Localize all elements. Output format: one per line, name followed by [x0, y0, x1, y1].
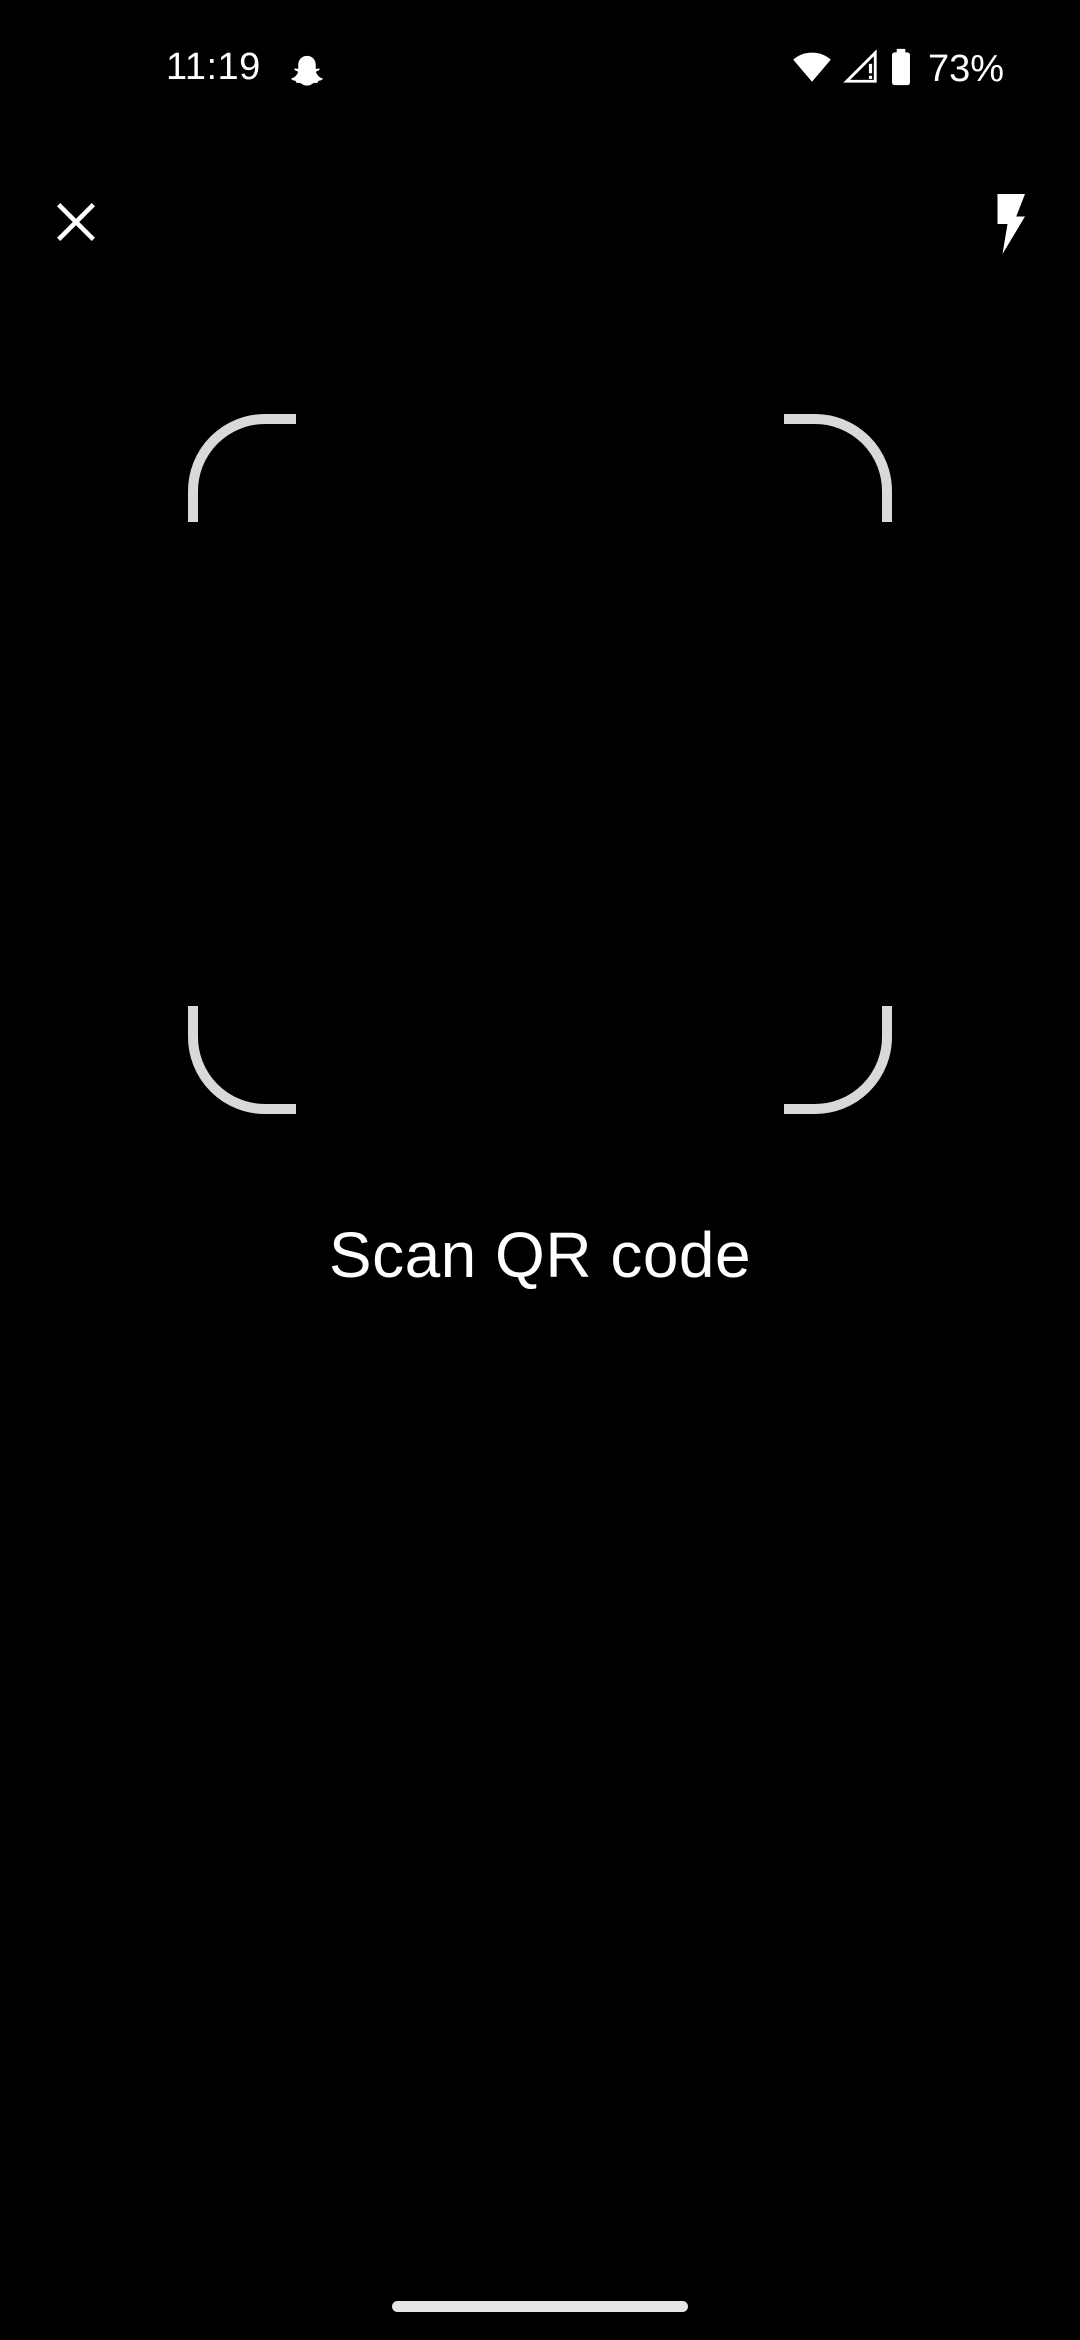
status-bar: 11:19 73% — [0, 0, 1080, 140]
battery-icon — [890, 48, 912, 91]
close-button[interactable] — [44, 190, 108, 254]
flash-toggle-button[interactable] — [978, 188, 1042, 260]
viewfinder-corner-top-left — [188, 414, 296, 522]
qr-scanner-screen: 11:19 73% Scan QR code — [0, 0, 1080, 2340]
viewfinder-corner-top-right — [784, 414, 892, 522]
status-time: 11:19 — [166, 46, 261, 88]
flash-icon — [997, 194, 1025, 254]
close-icon — [57, 203, 95, 241]
battery-percentage: 73% — [927, 47, 1004, 90]
home-gesture-bar[interactable] — [392, 2301, 688, 2312]
wifi-icon — [792, 49, 832, 90]
scanner-viewfinder-frame — [188, 414, 892, 1114]
snapchat-ghost-icon — [286, 52, 328, 94]
viewfinder-corner-bottom-right — [784, 1006, 892, 1114]
status-icons: 73% — [792, 46, 1004, 92]
viewfinder-corner-bottom-left — [188, 1006, 296, 1114]
scan-prompt-text: Scan QR code — [328, 1219, 752, 1291]
cellular-signal-no-data-icon — [842, 48, 880, 91]
